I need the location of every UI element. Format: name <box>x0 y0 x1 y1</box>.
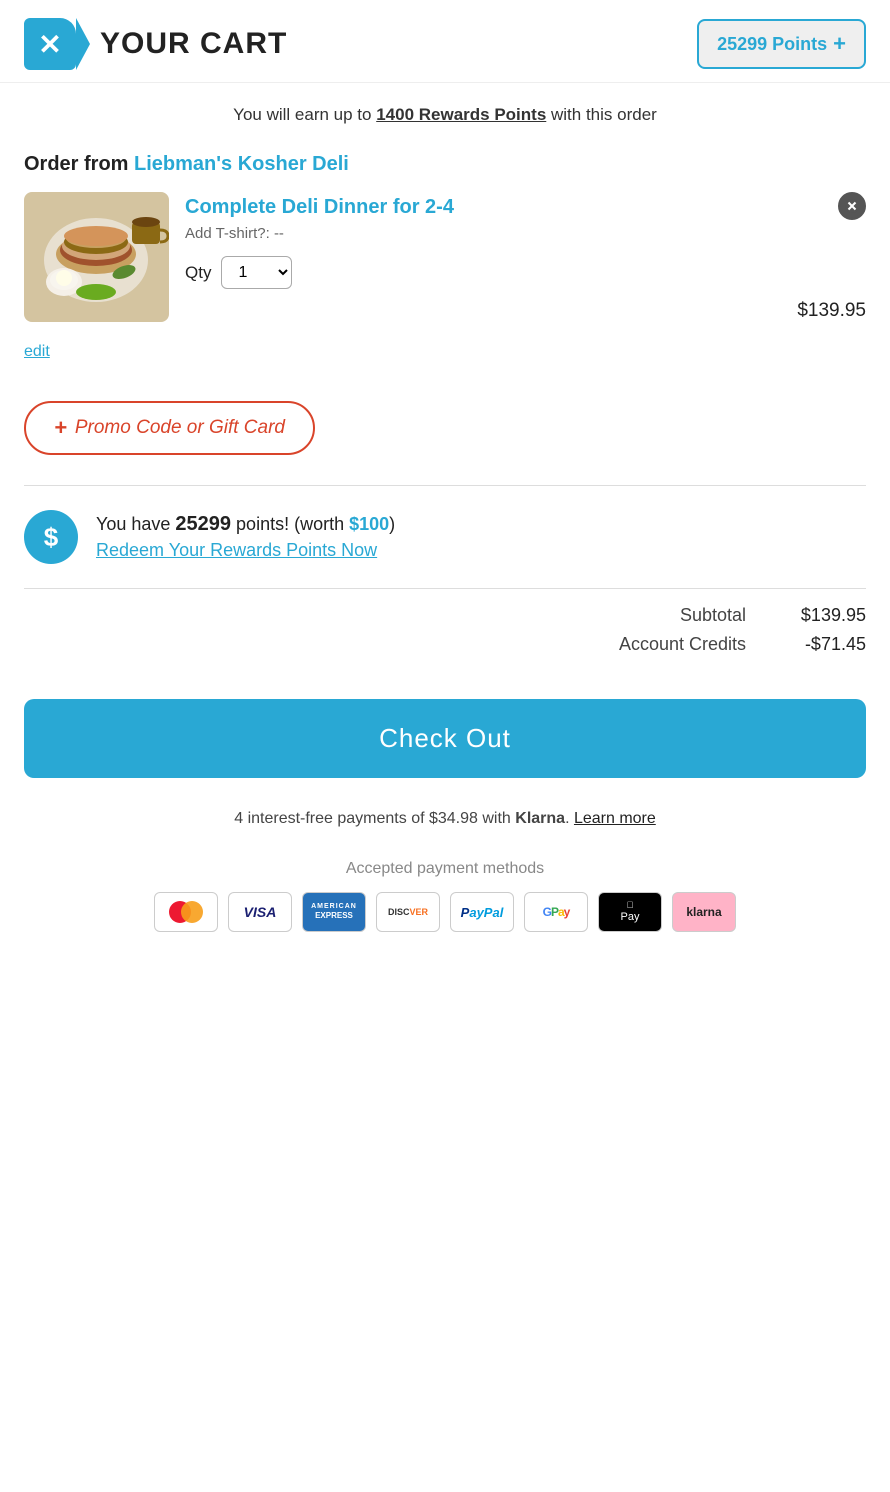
cart-item: Complete Deli Dinner for 2-4 Add T-shirt… <box>24 192 866 337</box>
restaurant-name: Liebman's Kosher Deli <box>134 153 349 175</box>
mc-circles <box>169 901 203 923</box>
visa-icon: VISA <box>228 892 292 932</box>
credits-value: -$71.45 <box>776 634 866 655</box>
item-details: Complete Deli Dinner for 2-4 Add T-shirt… <box>185 192 781 289</box>
logo-icon: ✕ <box>24 18 76 70</box>
subtotal-row: Subtotal $139.95 <box>24 605 866 626</box>
rewards-icon: $ <box>24 510 78 564</box>
earn-prefix: You will earn up to <box>233 105 376 124</box>
gpay-g: G <box>543 905 551 919</box>
redeem-rewards-link[interactable]: Redeem Your Rewards Points Now <box>96 540 395 561</box>
points-value: 25299 Points <box>717 34 827 55</box>
subtotal-value: $139.95 <box>776 605 866 626</box>
totals-section: Subtotal $139.95 Account Credits -$71.45 <box>0 589 890 683</box>
klarna-pay-icon: klarna <box>672 892 736 932</box>
payment-label: Accepted payment methods <box>24 860 866 878</box>
header: ✕ YOUR CART 25299 Points + <box>0 0 890 83</box>
rewards-middle: points! (worth <box>231 514 349 534</box>
remove-item-button[interactable] <box>838 192 866 220</box>
applepay-icon:  Pay <box>598 892 662 932</box>
applepay-label: Pay <box>621 911 640 924</box>
discover-icon: DISCVER <box>376 892 440 932</box>
close-icon <box>845 199 859 213</box>
checkout-section: Check Out <box>0 683 890 802</box>
page-title: YOUR CART <box>100 27 287 61</box>
order-from-label: Order from <box>24 153 128 175</box>
promo-section: + Promo Code or Gift Card <box>0 361 890 485</box>
promo-code-button[interactable]: + Promo Code or Gift Card <box>24 401 315 455</box>
item-price: $139.95 <box>797 300 866 322</box>
qty-label: Qty <box>185 263 211 283</box>
mc-right-circle <box>181 901 203 923</box>
klarna-brand: Klarna <box>515 810 565 827</box>
apple-symbol:  <box>621 900 640 911</box>
points-plus-icon: + <box>833 31 846 57</box>
klarna-prefix: 4 interest-free payments of $34.98 with <box>234 810 515 827</box>
gpay-g2: y <box>564 905 570 919</box>
item-name: Complete Deli Dinner for 2-4 <box>185 196 781 219</box>
header-left: ✕ YOUR CART <box>24 18 287 70</box>
points-badge-button[interactable]: 25299 Points + <box>697 19 866 69</box>
promo-plus-icon: + <box>54 415 67 441</box>
rewards-text: You have 25299 points! (worth $100) Rede… <box>96 513 395 561</box>
edit-link[interactable]: edit <box>24 343 50 361</box>
klarna-section: 4 interest-free payments of $34.98 with … <box>0 802 890 844</box>
item-addon: Add T-shirt?: -- <box>185 225 781 242</box>
dollar-icon: $ <box>44 522 58 553</box>
promo-label: Promo Code or Gift Card <box>75 417 285 439</box>
earn-notice: You will earn up to 1400 Rewards Points … <box>0 83 890 135</box>
credits-label: Account Credits <box>619 634 746 655</box>
rewards-section: $ You have 25299 points! (worth $100) Re… <box>0 486 890 588</box>
addon-value: -- <box>274 225 284 242</box>
applepay-text:  Pay <box>621 900 640 924</box>
rewards-points-value: 25299 <box>175 513 231 535</box>
amex-text: AMERICAN EXPRESS <box>311 903 357 921</box>
paypal-p2: ayPal <box>469 905 503 920</box>
gpay-icon: GPay <box>524 892 588 932</box>
credits-row: Account Credits -$71.45 <box>24 634 866 655</box>
visa-text: VISA <box>244 904 277 920</box>
paypal-icon: PayPal <box>450 892 514 932</box>
klarna-pay-text: klarna <box>686 905 721 919</box>
item-image <box>24 192 169 322</box>
checkout-button[interactable]: Check Out <box>24 699 866 778</box>
rewards-suffix: ) <box>389 514 395 534</box>
subtotal-label: Subtotal <box>680 605 746 626</box>
item-qty-row: Qty 1 2 3 4 5 <box>185 256 781 289</box>
earn-suffix: with this order <box>546 105 657 124</box>
paypal-text: PayPal <box>461 905 504 920</box>
order-section: Order from Liebman's Kosher Deli <box>0 135 890 361</box>
order-from: Order from Liebman's Kosher Deli <box>24 153 866 176</box>
addon-label: Add T-shirt?: <box>185 225 270 242</box>
klarna-suffix: . <box>565 810 574 827</box>
mastercard-icon <box>154 892 218 932</box>
gpay-text: GPay <box>543 905 570 919</box>
discover-text: DISCVER <box>388 907 428 918</box>
rewards-prefix: You have <box>96 514 175 534</box>
rewards-points-text: You have 25299 points! (worth $100) <box>96 513 395 536</box>
payment-section: Accepted payment methods VISA AMERICAN E… <box>0 844 890 962</box>
logo-x-icon: ✕ <box>38 28 61 61</box>
payment-icons: VISA AMERICAN EXPRESS DISCVER PayPal GPa… <box>24 892 866 932</box>
rewards-worth-amount: $100 <box>349 514 389 534</box>
klarna-learn-more-link[interactable]: Learn more <box>574 810 656 827</box>
qty-select[interactable]: 1 2 3 4 5 <box>221 256 292 289</box>
gpay-o: P <box>551 905 558 919</box>
earn-points-text: 1400 Rewards Points <box>376 105 546 124</box>
amex-icon: AMERICAN EXPRESS <box>302 892 366 932</box>
